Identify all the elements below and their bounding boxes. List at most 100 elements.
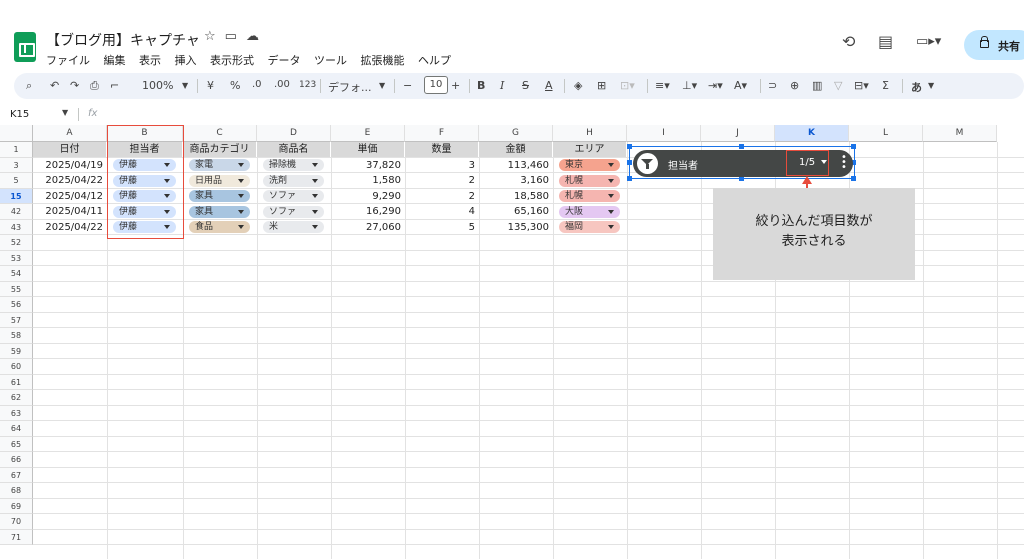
- table-header-cell[interactable]: 商品カテゴリ: [183, 142, 256, 157]
- table-header-cell[interactable]: 数量: [405, 142, 478, 157]
- table-cell[interactable]: 4: [405, 204, 478, 219]
- text-color-button[interactable]: A: [545, 79, 553, 92]
- menu-edit[interactable]: 編集: [104, 54, 126, 67]
- table-cell[interactable]: 2025/04/11: [33, 204, 106, 219]
- comment-icon[interactable]: ⊕: [790, 79, 799, 92]
- category-dropdown-chip[interactable]: 家電: [189, 159, 250, 171]
- column-header-d[interactable]: D: [257, 125, 331, 142]
- table-cell[interactable]: 5: [405, 220, 478, 235]
- table-header-cell[interactable]: 金額: [479, 142, 552, 157]
- column-header-h[interactable]: H: [553, 125, 627, 142]
- row-header-66[interactable]: 66: [0, 452, 33, 468]
- table-cell[interactable]: 米: [257, 220, 330, 235]
- more-options-icon[interactable]: • • •: [841, 153, 847, 173]
- menu-extensions[interactable]: 拡張機能: [361, 54, 405, 67]
- resize-handle[interactable]: [851, 144, 856, 149]
- table-cell[interactable]: 札幌: [553, 173, 626, 188]
- redo-icon[interactable]: ↷: [70, 79, 79, 92]
- row-header-43[interactable]: 43: [0, 219, 33, 235]
- column-header-c[interactable]: C: [183, 125, 257, 142]
- column-header-a[interactable]: A: [33, 125, 107, 142]
- comments-icon[interactable]: ▤: [878, 32, 893, 51]
- category-dropdown-chip[interactable]: 日用品: [189, 174, 250, 187]
- table-cell[interactable]: 2025/04/22: [33, 173, 106, 188]
- table-cell[interactable]: 大阪: [553, 204, 626, 219]
- table-cell[interactable]: 家具: [183, 204, 256, 219]
- row-header-70[interactable]: 70: [0, 514, 33, 530]
- row-header-55[interactable]: 55: [0, 281, 33, 297]
- category-dropdown-chip[interactable]: 家具: [189, 190, 250, 202]
- filter-icon[interactable]: ▽: [834, 79, 842, 92]
- table-cell[interactable]: 札幌: [553, 189, 626, 204]
- column-header-l[interactable]: L: [849, 125, 923, 142]
- table-cell[interactable]: 3,160: [479, 173, 552, 188]
- row-header-60[interactable]: 60: [0, 359, 33, 375]
- fill-color-icon[interactable]: ◈: [574, 79, 582, 92]
- link-icon[interactable]: ⊃: [768, 79, 777, 92]
- document-title[interactable]: 【ブログ用】キャプチャ: [46, 30, 200, 50]
- table-cell[interactable]: 東京: [553, 158, 626, 173]
- row-header-53[interactable]: 53: [0, 250, 33, 266]
- table-cell[interactable]: 2025/04/22: [33, 220, 106, 235]
- cloud-status-icon[interactable]: ☁: [246, 29, 268, 44]
- row-header-52[interactable]: 52: [0, 235, 33, 251]
- table-cell[interactable]: 16,290: [331, 204, 404, 219]
- star-icon[interactable]: ☆: [204, 29, 225, 44]
- font-size-input[interactable]: 10: [424, 76, 448, 94]
- input-method-button[interactable]: あ: [911, 79, 922, 95]
- product-dropdown-chip[interactable]: 掃除機: [263, 159, 324, 171]
- resize-handle[interactable]: [739, 144, 744, 149]
- table-cell[interactable]: 135,300: [479, 220, 552, 235]
- text-rotation-icon[interactable]: A▾: [734, 79, 747, 92]
- table-cell[interactable]: 113,460: [479, 158, 552, 173]
- decrease-decimal-button[interactable]: .0: [252, 79, 262, 90]
- row-header-5[interactable]: 5: [0, 173, 33, 189]
- select-all-corner[interactable]: [0, 125, 33, 142]
- name-box[interactable]: K15: [10, 109, 29, 120]
- column-header-e[interactable]: E: [331, 125, 405, 142]
- table-cell[interactable]: 食品: [183, 220, 256, 235]
- table-header-cell[interactable]: 単価: [331, 142, 404, 157]
- print-icon[interactable]: ⎙: [90, 79, 99, 93]
- table-header-cell[interactable]: 商品名: [257, 142, 330, 157]
- column-header-m[interactable]: M: [923, 125, 997, 142]
- history-icon[interactable]: ⟲: [842, 32, 855, 51]
- table-cell[interactable]: 3: [405, 158, 478, 173]
- borders-icon[interactable]: ⊞: [597, 79, 606, 92]
- row-header-65[interactable]: 65: [0, 436, 33, 452]
- percent-button[interactable]: %: [230, 79, 240, 92]
- menu-insert[interactable]: 挿入: [175, 54, 197, 67]
- resize-handle[interactable]: [851, 176, 856, 181]
- increase-decimal-button[interactable]: .00: [274, 79, 290, 90]
- menu-format[interactable]: 表示形式: [210, 54, 254, 67]
- share-button[interactable]: 共有: [964, 30, 1024, 60]
- row-header-69[interactable]: 69: [0, 498, 33, 514]
- row-header-54[interactable]: 54: [0, 266, 33, 282]
- functions-icon[interactable]: Σ: [882, 79, 889, 92]
- table-cell[interactable]: ソファ: [257, 189, 330, 204]
- table-header-cell[interactable]: エリア: [553, 142, 626, 157]
- table-cell[interactable]: 家具: [183, 189, 256, 204]
- row-header-15[interactable]: 15: [0, 188, 33, 204]
- row-header-64[interactable]: 64: [0, 421, 33, 437]
- table-header-cell[interactable]: 日付: [33, 142, 106, 157]
- row-header-42[interactable]: 42: [0, 204, 33, 220]
- table-cell[interactable]: 2: [405, 189, 478, 204]
- table-cell[interactable]: 65,160: [479, 204, 552, 219]
- row-header-59[interactable]: 59: [0, 343, 33, 359]
- table-cell[interactable]: 9,290: [331, 189, 404, 204]
- italic-button[interactable]: I: [500, 79, 504, 92]
- category-dropdown-chip[interactable]: 食品: [189, 221, 250, 233]
- table-cell[interactable]: 27,060: [331, 220, 404, 235]
- column-header-i[interactable]: I: [627, 125, 701, 142]
- chevron-down-icon[interactable]: ▼: [182, 81, 188, 90]
- number-format-button[interactable]: 123: [299, 80, 316, 90]
- row-header-61[interactable]: 61: [0, 374, 33, 390]
- chevron-down-icon[interactable]: ▼: [379, 81, 385, 90]
- table-cell[interactable]: 日用品: [183, 173, 256, 188]
- table-cell[interactable]: 2: [405, 173, 478, 188]
- row-header-67[interactable]: 67: [0, 467, 33, 483]
- area-dropdown-chip[interactable]: 福岡: [559, 221, 620, 233]
- row-header-3[interactable]: 3: [0, 157, 33, 173]
- sheets-logo-icon[interactable]: [14, 32, 36, 62]
